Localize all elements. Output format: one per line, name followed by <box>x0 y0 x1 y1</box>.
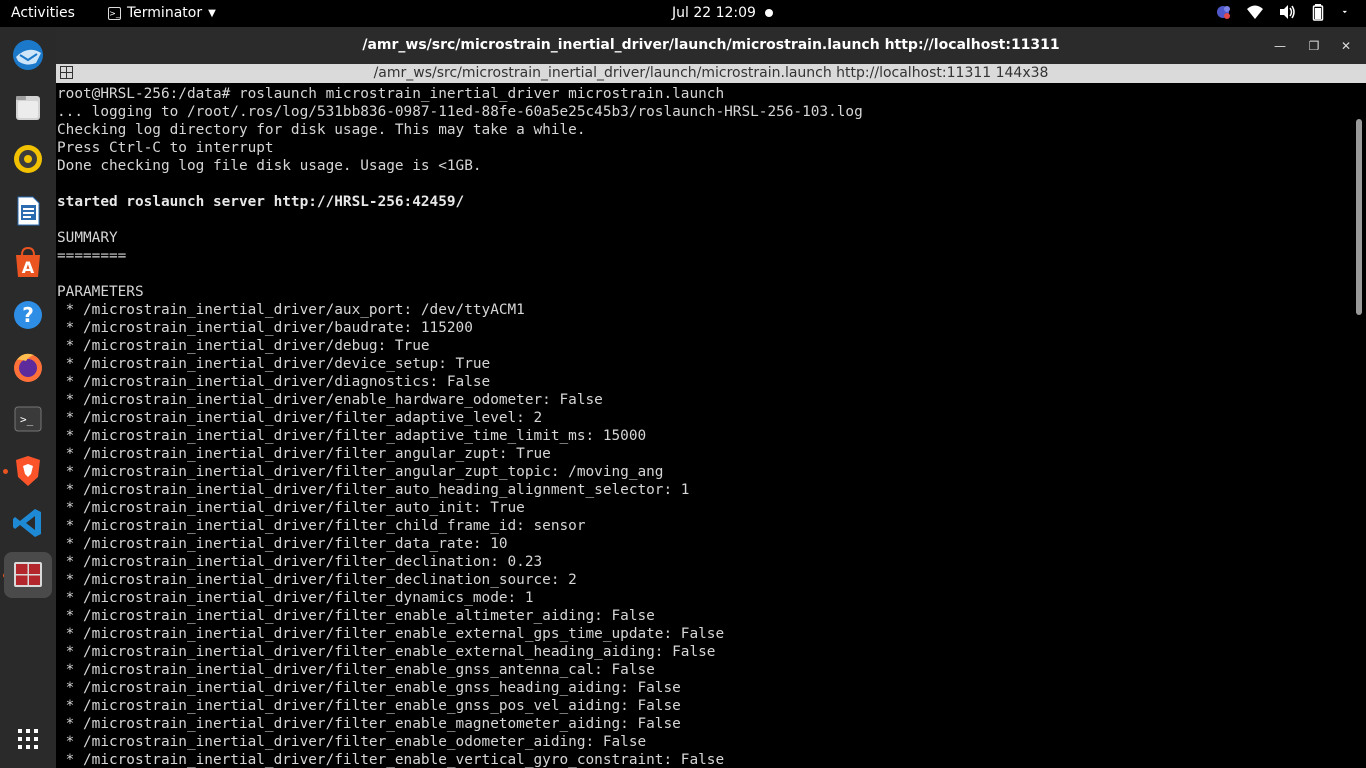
terminal-line: * /microstrain_inertial_driver/filter_ad… <box>57 410 543 426</box>
terminal-titlebar[interactable]: /amr_ws/src/microstrain_inertial_driver/… <box>56 64 1366 83</box>
terminal-line: * /microstrain_inertial_driver/baudrate:… <box>57 320 473 336</box>
terminal-line: * /microstrain_inertial_driver/filter_au… <box>57 500 525 516</box>
terminal-line: * /microstrain_inertial_driver/filter_en… <box>57 644 716 660</box>
terminal-line: * /microstrain_inertial_driver/filter_de… <box>57 572 577 588</box>
terminal-line: SUMMARY <box>57 230 118 246</box>
terminator-app-icon: >_ <box>108 6 121 20</box>
activities-button[interactable]: Activities <box>11 5 75 21</box>
terminal-line: PARAMETERS <box>57 284 144 300</box>
thunderbird-icon[interactable] <box>8 35 48 75</box>
terminal-line: root@HRSL-256:/data# roslaunch microstra… <box>57 86 725 102</box>
window-title: /amr_ws/src/microstrain_inertial_driver/… <box>362 37 1060 53</box>
files-icon[interactable] <box>8 87 48 127</box>
notification-dot-icon <box>765 9 773 17</box>
clock[interactable]: Jul 22 12:09 <box>672 5 756 21</box>
terminal-output[interactable]: root@HRSL-256:/data# roslaunch microstra… <box>56 83 1353 768</box>
terminal-line: * /microstrain_inertial_driver/filter_en… <box>57 680 681 696</box>
system-tray[interactable] <box>1214 3 1352 21</box>
terminator-icon[interactable] <box>4 552 52 598</box>
ubuntu-software-icon[interactable]: A <box>8 243 48 283</box>
terminal-line: * /microstrain_inertial_driver/filter_en… <box>57 662 655 678</box>
svg-text:A: A <box>22 258 35 277</box>
libreoffice-writer-icon[interactable] <box>8 191 48 231</box>
terminal-line: Press Ctrl-C to interrupt <box>57 140 274 156</box>
terminal-line: * /microstrain_inertial_driver/filter_da… <box>57 536 508 552</box>
terminal-line: * /microstrain_inertial_driver/filter_en… <box>57 734 647 750</box>
app-menu-label: Terminator <box>127 5 203 21</box>
terminal-line: * /microstrain_inertial_driver/device_se… <box>57 356 491 372</box>
terminal-line: * /microstrain_inertial_driver/filter_en… <box>57 752 725 768</box>
terminal-line: * /microstrain_inertial_driver/filter_an… <box>57 446 551 462</box>
wifi-icon[interactable] <box>1246 3 1264 21</box>
firefox-icon[interactable] <box>8 347 48 387</box>
terminal-text: root@HRSL-256:/data# roslaunch microstra… <box>56 85 863 768</box>
terminal-line: * /microstrain_inertial_driver/filter_en… <box>57 626 725 642</box>
terminal-line: ... logging to /root/.ros/log/531bb836-0… <box>57 104 863 120</box>
top-bar: Activities >_ Terminator ▼ Jul 22 12:09 <box>0 0 1366 27</box>
dock: A ? >_ <box>0 27 56 768</box>
volume-icon[interactable] <box>1278 3 1296 21</box>
terminal-line: * /microstrain_inertial_driver/diagnosti… <box>57 374 491 390</box>
show-apps-icon[interactable] <box>8 719 48 759</box>
terminal-line: * /microstrain_inertial_driver/filter_ch… <box>57 518 586 534</box>
terminal-line: Checking log directory for disk usage. T… <box>57 122 586 138</box>
teams-icon[interactable] <box>1214 3 1232 21</box>
terminal-line: * /microstrain_inertial_driver/filter_en… <box>57 608 655 624</box>
terminal-line: * /microstrain_inertial_driver/filter_en… <box>57 698 681 714</box>
terminal-line: * /microstrain_inertial_driver/filter_ad… <box>57 428 647 444</box>
rhythmbox-icon[interactable] <box>8 139 48 179</box>
terminal-line: * /microstrain_inertial_driver/filter_en… <box>57 716 681 732</box>
terminal-scrollbar[interactable] <box>1353 83 1366 768</box>
power-menu-icon[interactable] <box>1342 3 1352 21</box>
minimize-icon[interactable]: — <box>1270 36 1290 56</box>
svg-text:?: ? <box>22 303 34 327</box>
terminal-line: * /microstrain_inertial_driver/debug: Tr… <box>57 338 430 354</box>
terminal-line: * /microstrain_inertial_driver/aux_port:… <box>57 302 525 318</box>
help-icon[interactable]: ? <box>8 295 48 335</box>
window-titlebar[interactable]: /amr_ws/src/microstrain_inertial_driver/… <box>56 27 1366 64</box>
terminal-icon[interactable]: >_ <box>8 399 48 439</box>
terminal-title: /amr_ws/src/microstrain_inertial_driver/… <box>373 65 1049 81</box>
app-menu[interactable]: >_ Terminator ▼ <box>108 5 216 21</box>
maximize-icon[interactable]: ❐ <box>1304 36 1324 56</box>
terminal-line: * /microstrain_inertial_driver/filter_au… <box>57 482 690 498</box>
terminal-line: * /microstrain_inertial_driver/filter_de… <box>57 554 543 570</box>
vscode-icon[interactable] <box>8 503 48 543</box>
battery-icon[interactable] <box>1310 3 1328 21</box>
terminal-line: * /microstrain_inertial_driver/filter_an… <box>57 464 664 480</box>
terminal-line: * /microstrain_inertial_driver/enable_ha… <box>57 392 603 408</box>
chevron-down-icon: ▼ <box>208 7 216 19</box>
brave-icon[interactable] <box>8 451 48 491</box>
scrollbar-thumb[interactable] <box>1356 119 1362 315</box>
terminal-line: started roslaunch server http://HRSL-256… <box>57 194 465 210</box>
terminal-line: ======== <box>57 248 127 264</box>
terminal-line: * /microstrain_inertial_driver/filter_dy… <box>57 590 534 606</box>
close-icon[interactable]: ✕ <box>1336 36 1356 56</box>
svg-text:>_: >_ <box>20 413 34 426</box>
terminal-line: Done checking log file disk usage. Usage… <box>57 158 482 174</box>
